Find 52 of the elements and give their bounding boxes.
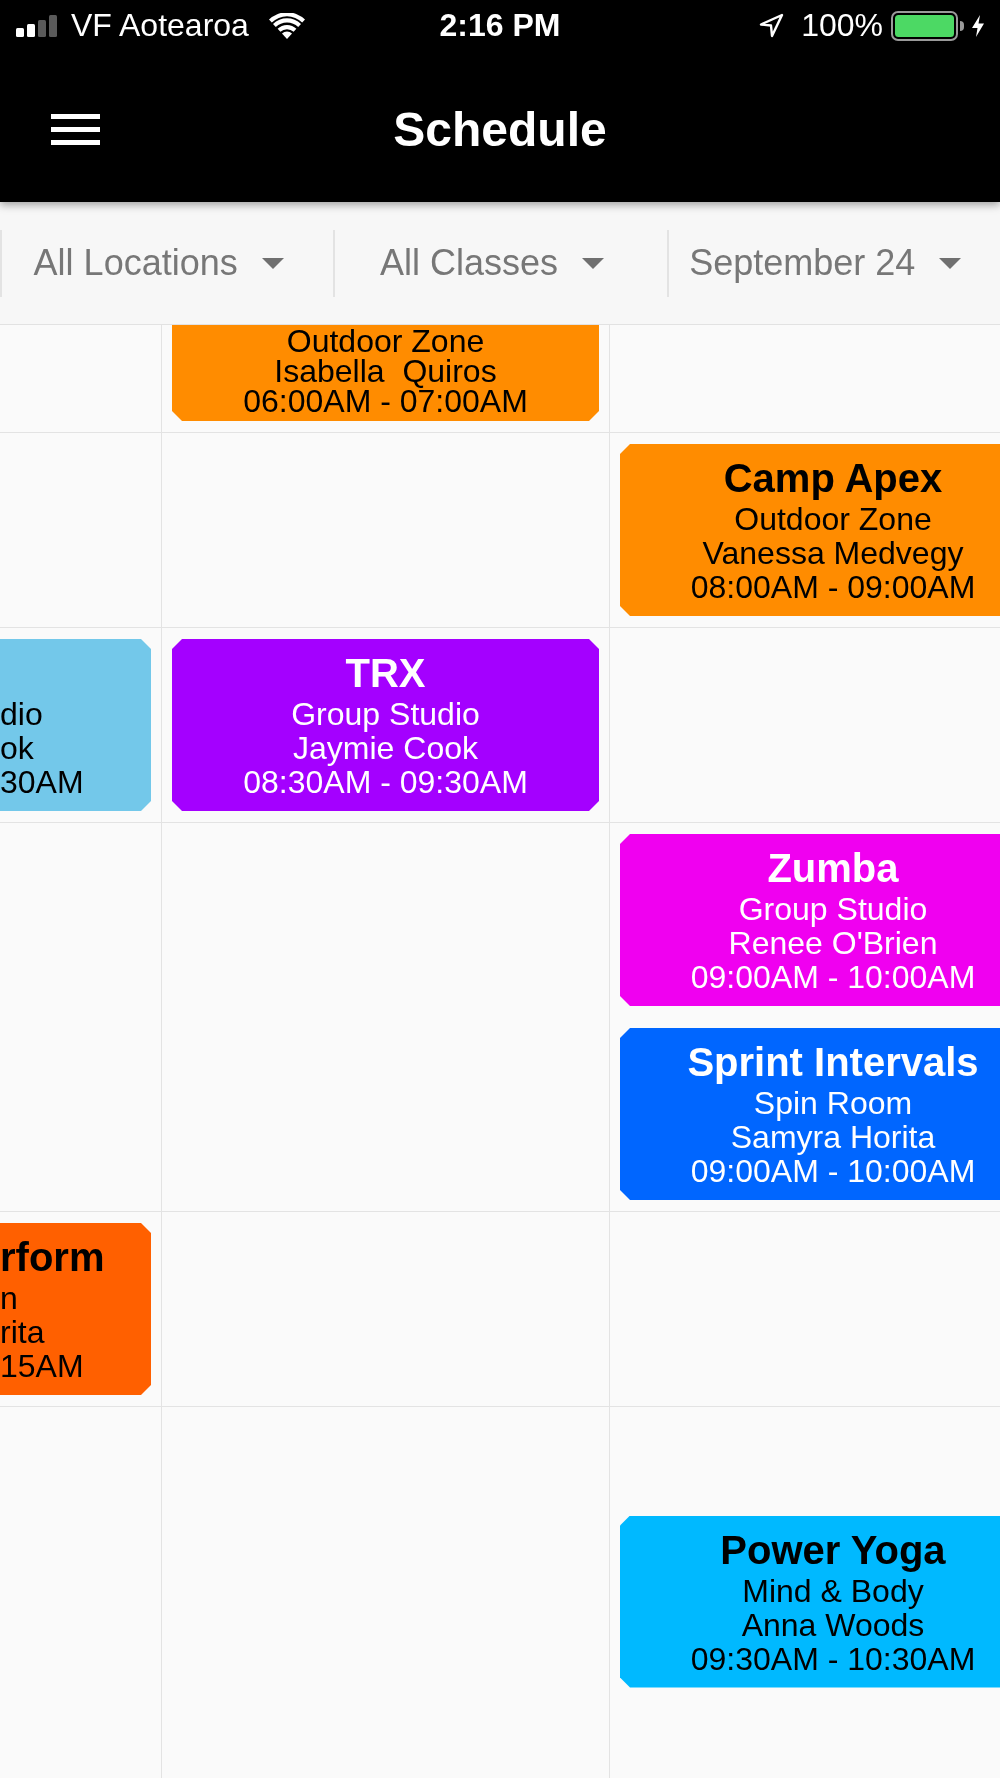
class-location: Group Studio [738, 892, 928, 926]
class-title: Zumba [767, 845, 899, 892]
instructor-name: rita [0, 1315, 45, 1349]
instructor-name: Renee O'Brien [728, 926, 938, 960]
class-time: 09:00AM - 10:00AM [690, 960, 976, 994]
class-location: Group Studio [291, 697, 480, 731]
carrier-name: VF Aotearoa [71, 7, 249, 44]
location-arrow-icon [759, 13, 785, 38]
class-time: 09:30AM - 10:30AM [690, 1641, 976, 1676]
class-time: 08:30AM - 09:30AM [243, 765, 528, 799]
instructor-name: ok [0, 731, 34, 765]
wifi-icon [268, 12, 305, 39]
menu-icon[interactable] [51, 114, 100, 145]
instructor-name: Samyra Horita [730, 1120, 936, 1154]
instructor-name: Isabella Quiros [274, 356, 497, 386]
class-location: Mind & Body [742, 1573, 924, 1608]
class-card[interactable]: dio ok 30AM [0, 639, 151, 811]
class-title: rform [0, 1234, 105, 1281]
battery-icon [891, 10, 964, 41]
page-title: Schedule [393, 101, 607, 158]
class-location: Outdoor Zone [734, 502, 932, 536]
class-time: 09:00AM - 10:00AM [690, 1154, 976, 1188]
class-card[interactable]: Camp Apex Outdoor Zone Vanessa Medvegy 08:00AM - 09:00AM [620, 444, 1000, 616]
class-location: dio [0, 697, 43, 731]
charging-bolt-icon [972, 14, 984, 37]
filter-dropdown[interactable]: All Classes [373, 232, 610, 294]
class-location: n [0, 1281, 18, 1315]
class-card[interactable]: Outdoor Zone Isabella Quiros 06:00AM - 07:00AM [172, 325, 599, 421]
class-card[interactable]: Power Yoga Mind & Body Anna Woods 09:30AM - 10:30AM [620, 1515, 1000, 1688]
signal-icon [16, 14, 59, 37]
class-card[interactable]: rform n rita 15AM [0, 1223, 151, 1395]
filter-dropdown[interactable]: All Locations [27, 232, 290, 294]
class-title: Sprint Intervals [687, 1039, 979, 1086]
class-card[interactable]: Sprint Intervals Spin Room Samyra Horita 09:00AM - 10:00AM [620, 1028, 1000, 1200]
class-location: Spin Room [753, 1086, 913, 1120]
caret-icon [939, 257, 962, 269]
class-title: Power Yoga [720, 1526, 946, 1574]
instructor-name: Vanessa Medvegy [702, 536, 964, 570]
caret-icon [582, 257, 604, 269]
class-card[interactable]: TRX Group Studio Jaymie Cook 08:30AM - 09:30AM [172, 639, 599, 811]
class-time: 30AM [0, 765, 84, 799]
instructor-name: Jaymie Cook [293, 731, 478, 765]
class-title: Camp Apex [723, 455, 943, 502]
class-time: 15AM [0, 1349, 84, 1383]
class-card[interactable]: Zumba Group Studio Renee O'Brien 09:00AM - 10:00AM [620, 834, 1000, 1006]
filter-dropdown[interactable]: September 24 [683, 232, 968, 294]
battery-percentage: 100% [801, 7, 883, 44]
class-time: 08:00AM - 09:00AM [690, 570, 976, 604]
class-location: Outdoor Zone [286, 326, 485, 356]
caret-icon [261, 257, 284, 269]
class-title: TRX [345, 650, 426, 697]
status-time: 2:16 PM [439, 7, 561, 44]
